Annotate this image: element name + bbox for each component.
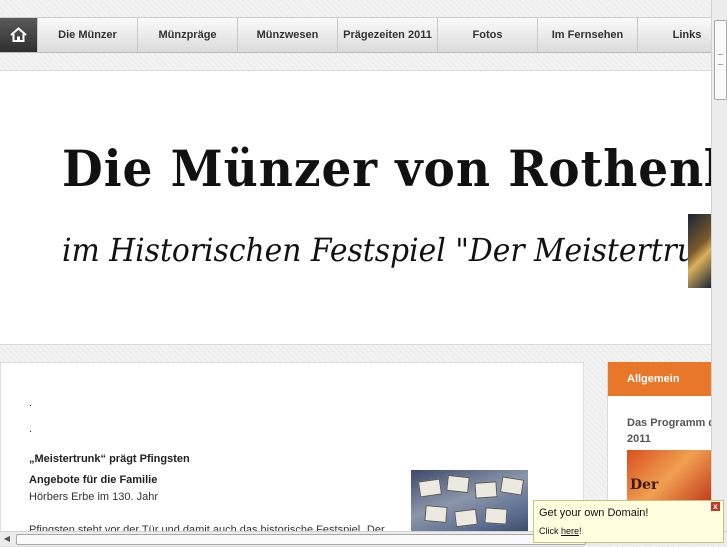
nav-item-muenzwesen[interactable]: Münzwesen	[237, 18, 337, 52]
home-button[interactable]	[0, 18, 37, 52]
home-icon	[10, 27, 27, 42]
photo-card	[454, 508, 478, 528]
nav-item-die-muenzer[interactable]: Die Münzer	[37, 18, 137, 52]
banner-emblem-image	[688, 214, 711, 288]
thumbnail-text: Der	[630, 477, 659, 493]
vertical-scrollbar-thumb[interactable]	[714, 20, 727, 100]
close-icon[interactable]: x	[711, 502, 720, 511]
domain-ad-popup: x Get your own Domain! Click here!	[533, 500, 724, 543]
header-banner: Die Münzer von Rothenburg ob der Tauber …	[0, 70, 711, 345]
nav-item-im-fernsehen[interactable]: Im Fernsehen	[537, 18, 637, 52]
domain-ad-click-prefix: Click	[539, 526, 561, 536]
domain-ad-click-line: Click here!	[539, 526, 582, 536]
domain-ad-click-suffix: !	[579, 526, 582, 536]
sidebar-post-thumbnail[interactable]: Der	[627, 450, 712, 502]
nav-item-praegezeiten-2011[interactable]: Prägezeiten 2011	[337, 18, 437, 52]
domain-ad-message: Get your own Domain!	[539, 507, 649, 519]
horizontal-scrollbar-thumb[interactable]	[16, 534, 586, 545]
sidebar-header: Allgemein	[608, 362, 712, 396]
photo-card	[424, 505, 448, 523]
placeholder-dot: .	[29, 397, 33, 409]
article-headline: „Meistertrunk“ prägt Pfingsten	[29, 453, 190, 465]
nav-item-fotos[interactable]: Fotos	[437, 18, 537, 52]
article-subheadline: Angebote für die Familie	[29, 474, 158, 486]
sidebar-post-title[interactable]: Das Programm d 2011	[627, 415, 712, 447]
banner-title: Die Münzer von Rothenburg ob der Tauber	[62, 139, 711, 198]
nav-item-muenzpraege[interactable]: Münzpräge	[137, 18, 237, 52]
vertical-scrollbar[interactable]	[711, 0, 727, 545]
photo-card	[474, 481, 498, 499]
scroll-left-arrow-icon[interactable]: ◀	[0, 532, 14, 546]
placeholder-dot: .	[29, 423, 33, 435]
photo-card	[499, 476, 525, 496]
domain-ad-link[interactable]: here	[561, 526, 579, 536]
photo-card	[484, 507, 508, 525]
main-content: . . „Meistertrunk“ prägt Pfingsten Angeb…	[0, 362, 584, 547]
banner-subtitle: im Historischen Festspiel "Der Meistertr…	[62, 231, 711, 269]
photo-card	[417, 478, 443, 498]
photo-card	[446, 474, 470, 494]
article-subtext: Hörbers Erbe im 130. Jahr	[29, 491, 158, 503]
main-nav: Die Münzer Münzpräge Münzwesen Prägezeit…	[0, 17, 711, 53]
